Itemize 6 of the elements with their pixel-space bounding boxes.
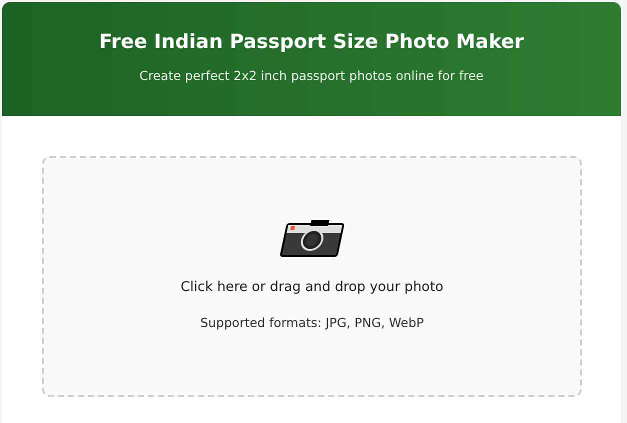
upload-prompt: Click here or drag and drop your photo: [180, 279, 444, 295]
camera-icon: [280, 217, 344, 259]
page-subtitle: Create perfect 2x2 inch passport photos online for free: [139, 68, 484, 83]
supported-formats: Supported formats: JPG, PNG, WebP: [200, 315, 424, 330]
upload-dropzone[interactable]: Click here or drag and drop your photo Supported formats: JPG, PNG, WebP: [42, 156, 582, 397]
page-title: Free Indian Passport Size Photo Maker: [99, 30, 524, 53]
